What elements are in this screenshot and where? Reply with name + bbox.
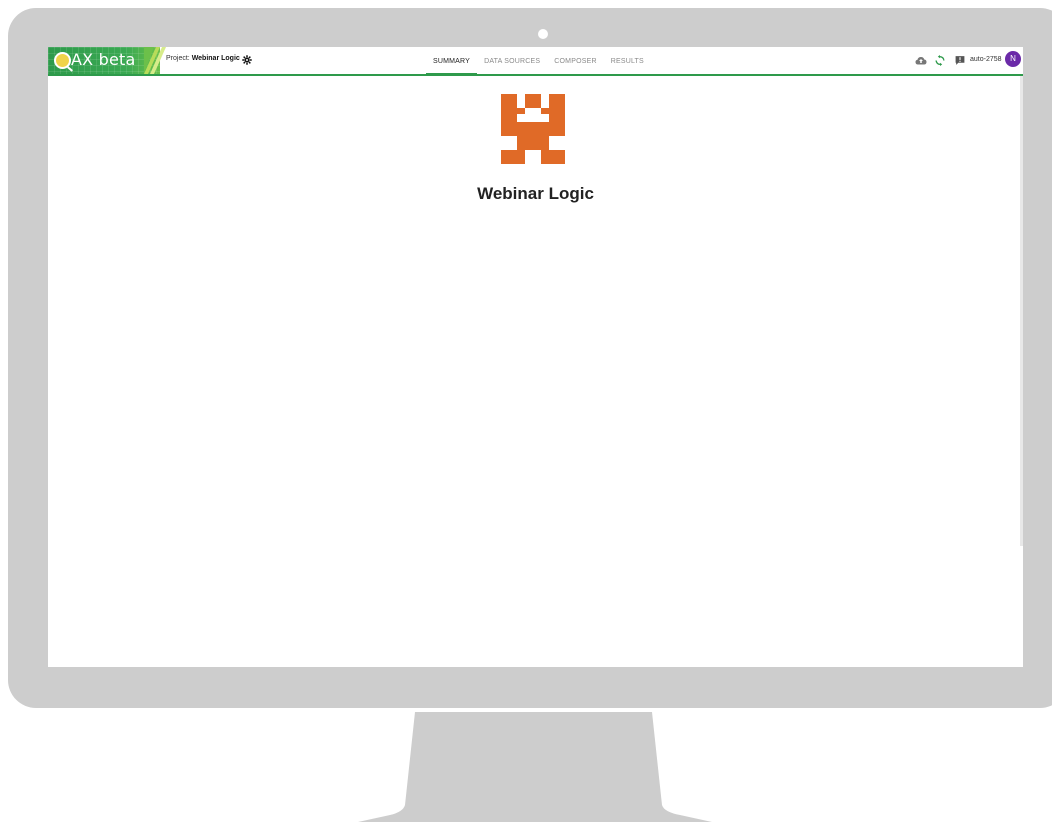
page-title: Webinar Logic bbox=[477, 184, 594, 203]
gear-icon[interactable] bbox=[242, 55, 252, 65]
toolbar-right: auto-2758 N bbox=[903, 47, 1023, 74]
project-prefix: Project: bbox=[166, 55, 190, 62]
q-logo-icon bbox=[54, 52, 71, 69]
main-tabs: SUMMARY DATA SOURCES COMPOSER RESULTS bbox=[426, 47, 651, 76]
cloud-icon[interactable] bbox=[915, 55, 927, 66]
project-name: Webinar Logic bbox=[191, 55, 240, 62]
camera-dot bbox=[538, 29, 548, 39]
user-label[interactable]: auto-2758 bbox=[970, 56, 1002, 63]
tab-summary[interactable]: SUMMARY bbox=[426, 47, 478, 76]
project-indicator: Project: Webinar Logic bbox=[166, 55, 240, 62]
tab-composer[interactable]: COMPOSER bbox=[547, 47, 603, 74]
feedback-icon[interactable] bbox=[954, 55, 966, 66]
project-logo-icon bbox=[501, 94, 565, 164]
tab-data-sources[interactable]: DATA SOURCES bbox=[477, 47, 547, 74]
tab-results[interactable]: RESULTS bbox=[604, 47, 651, 74]
avatar[interactable]: N bbox=[1005, 51, 1021, 67]
top-bar: AX beta Project: Webinar Logic SUMMARY D… bbox=[48, 47, 1023, 76]
refresh-icon[interactable] bbox=[934, 55, 946, 66]
summary-content: Webinar Logic bbox=[48, 76, 1023, 667]
logo-text: AX beta bbox=[71, 50, 136, 69]
app-screen: AX beta Project: Webinar Logic SUMMARY D… bbox=[48, 47, 1023, 667]
